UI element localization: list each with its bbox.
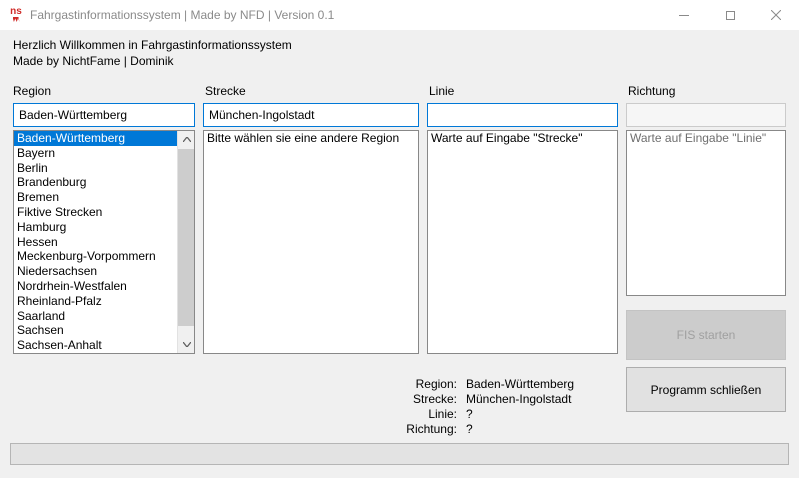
list-item[interactable]: Baden-Württemberg [14,131,177,146]
status-row: Region: Baden-Württemberg [355,377,574,392]
scroll-up-icon[interactable] [178,131,194,148]
maximize-icon [725,10,735,20]
status-row-value: ? [466,407,473,421]
list-item[interactable]: Meckenburg-Vorpommern [14,249,177,264]
list-item[interactable]: Bremen [14,190,177,205]
richtung-input-disabled [626,103,786,127]
list-item[interactable]: Sachsen-Anhalt [14,338,177,353]
status-row-label: Richtung: [406,422,457,436]
status-row-value: Baden-Württemberg [466,377,575,391]
strecke-input[interactable] [203,103,419,127]
strecke-label: Strecke [205,84,246,98]
linie-label: Linie [429,84,455,98]
status-row-label: Strecke: [412,392,457,406]
list-item[interactable]: Bitte wählen sie eine andere Region [204,131,418,146]
status-row: Richtung:? [355,422,574,437]
welcome-text: Herzlich Willkommen in Fahrgastinformati… [13,37,292,69]
list-item[interactable]: Hamburg [14,220,177,235]
close-program-button[interactable]: Programm schließen [626,367,786,412]
status-row: Linie:? [355,407,574,422]
app-icon-text: ns [10,6,22,17]
status-row-value: ? [466,422,473,436]
region-listbox[interactable]: Baden-Württemberg Bayern Berlin Brandenburg… [13,130,195,354]
minimize-button[interactable] [661,0,707,30]
list-item[interactable]: Sachsen [14,323,177,338]
status-row: Strecke: München-Ingolstadt [355,392,574,407]
status-summary: Region: Baden-Württemberg Strecke: München-… [355,377,574,437]
caption-buttons [661,0,799,30]
close-button[interactable] [753,0,799,30]
minimize-icon [679,14,689,16]
richtung-label: Richtung [628,84,676,98]
maximize-button[interactable] [707,0,753,30]
list-item[interactable]: Bayern [14,146,177,161]
richtung-listbox: Warte auf Eingabe "Linie" [626,130,786,296]
scroll-down-icon[interactable] [178,336,194,353]
list-item[interactable]: Fiktive Strecken [14,205,177,220]
status-row-value: München-Ingolstadt [466,392,572,406]
list-item[interactable]: Warte auf Eingabe "Strecke" [428,131,617,146]
status-row-label: Region: [415,377,457,391]
list-item[interactable]: Niedersachsen [14,264,177,279]
titlebar[interactable]: ns Fahrgastinformationssystem | Made by … [0,0,799,30]
app-icon: ns [8,7,24,23]
list-item: Warte auf Eingabe "Linie" [630,131,767,145]
window-title: Fahrgastinformationssystem | Made by NFD… [30,8,335,22]
close-icon [771,10,781,20]
list-item[interactable]: Rheinland-Pfalz [14,294,177,309]
fis-start-button: FIS starten [626,310,786,360]
app-window: { "window": { "title": "Fahrgastinformat… [0,0,799,478]
list-item[interactable]: Saarland [14,309,177,324]
list-item[interactable]: Brandenburg [14,175,177,190]
welcome-line-1: Herzlich Willkommen in Fahrgastinformati… [13,38,292,52]
region-scrollbar[interactable] [177,131,194,353]
strecke-listbox[interactable]: Bitte wählen sie eine andere Region [203,130,419,354]
scrollbar-thumb[interactable] [178,149,194,326]
linie-listbox[interactable]: Warte auf Eingabe "Strecke" [427,130,618,354]
welcome-line-2: Made by NichtFame | Dominik [13,54,174,68]
app-icon-mark [12,17,20,22]
progress-bar [10,443,789,465]
list-item[interactable]: Hessen [14,235,177,250]
status-row-label: Linie: [428,407,457,421]
list-item[interactable]: Berlin [14,161,177,176]
region-input[interactable] [13,103,195,127]
region-label: Region [13,84,52,98]
linie-input[interactable] [427,103,618,127]
list-item[interactable]: Nordrhein-Westfalen [14,279,177,294]
